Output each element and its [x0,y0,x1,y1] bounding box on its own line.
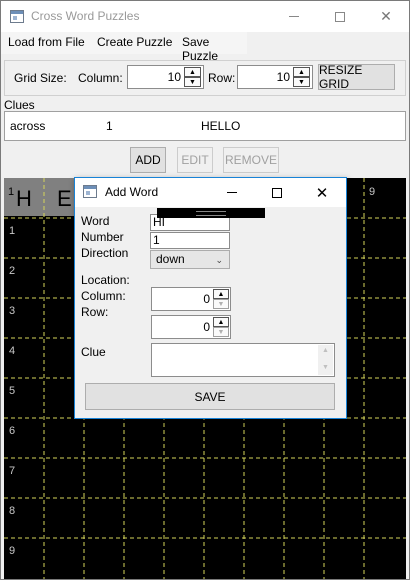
row-down-icon[interactable]: ▼ [293,77,310,87]
clue-label: Clue [81,345,106,359]
scroll-down-icon[interactable]: ▼ [322,364,329,371]
app-window-icon [10,10,24,23]
row-number: 5 [9,385,16,397]
minimize-icon [227,192,237,193]
clue-direction: across [10,119,46,133]
add-word-dialog: Add Word ✕ Word HI Number 1 Direction do… [74,177,347,419]
column-value: 10 [167,70,181,84]
row-number: 2 [9,265,16,277]
menu-load-from-file[interactable]: Load from File [8,35,85,49]
clues-label: Clues [4,98,35,112]
scroll-up-icon[interactable]: ▲ [322,347,329,354]
remove-clue-button[interactable]: REMOVE [223,147,279,173]
row-up-icon[interactable]: ▲ [293,67,310,77]
dialog-close-button[interactable]: ✕ [300,178,344,207]
row-number: 6 [9,425,16,437]
clue-word: HELLO [201,119,241,133]
location-column-up-icon[interactable]: ▲ [213,289,229,299]
cell-letter: H [16,186,32,211]
cell-number: 9 [369,186,376,198]
clues-list[interactable]: across 1 HELLO [4,111,406,141]
window-title: Cross Word Puzzles [31,9,140,23]
grid-size-label: Grid Size: [14,71,67,85]
menu-create-puzzle[interactable]: Create Puzzle [97,35,172,49]
number-field[interactable]: 1 [150,232,230,249]
menu-save-puzzle[interactable]: Save Puzzle [182,35,247,63]
row-number: 8 [9,505,16,517]
row-number: 1 [9,225,16,237]
menu-bar: Load from File Create Puzzle Save Puzzle [1,32,247,63]
direction-select[interactable]: down ⌄ [150,250,230,269]
save-word-button[interactable]: SAVE [85,383,335,410]
word-label: Word [81,214,110,228]
row-number: 9 [9,545,16,557]
column-down-icon[interactable]: ▼ [184,77,201,87]
close-button[interactable]: ✕ [363,1,409,32]
column-stepper[interactable]: 10 ▲ ▼ [127,65,204,89]
row-number: 7 [9,465,16,477]
close-icon: ✕ [315,184,329,202]
location-column-value: 0 [203,292,210,306]
title-bar[interactable]: Cross Word Puzzles ✕ [1,1,409,32]
dialog-title: Add Word [105,185,159,199]
dialog-window-icon [83,185,97,198]
clue-scrollbar[interactable]: ▲ ▼ [318,345,333,375]
row-number: 3 [9,305,16,317]
drag-handle-icon[interactable] [157,208,265,218]
close-icon: ✕ [380,8,392,24]
location-row-label: Row: [81,305,109,319]
row-number: 4 [9,345,16,357]
chevron-down-icon: ⌄ [215,255,223,265]
column-label: Column: [78,71,123,85]
direction-value: down [156,252,185,266]
main-window: Cross Word Puzzles ✕ Load from File Crea… [0,0,410,580]
location-row-up-icon[interactable]: ▲ [213,317,229,327]
clue-number: 1 [106,119,113,133]
cell-number: 1 [8,186,15,198]
location-row-value: 0 [203,320,210,334]
maximize-button[interactable] [317,1,363,32]
location-label: Location: [81,273,130,287]
maximize-icon [272,187,282,198]
cell-letter: E [57,186,72,211]
clue-textarea[interactable]: ▲ ▼ [151,343,335,377]
dialog-title-bar[interactable]: Add Word ✕ [75,178,346,207]
row-value: 10 [276,70,290,84]
location-column-down-icon[interactable]: ▼ [213,299,229,309]
maximize-icon [335,11,345,22]
number-label: Number [81,230,124,244]
row-label: Row: [208,71,236,85]
dialog-minimize-button[interactable] [210,178,254,207]
resize-grid-button[interactable]: RESIZE GRID [318,63,395,91]
edit-clue-button[interactable]: EDIT [177,147,213,173]
grid-size-toolbar: Grid Size: Column: 10 ▲ ▼ Row: 10 ▲ ▼ RE… [4,60,406,96]
location-row-down-icon[interactable]: ▼ [213,327,229,337]
dialog-maximize-button[interactable] [255,178,299,207]
minimize-icon [289,16,299,17]
location-column-label: Column: [81,289,126,303]
location-row-stepper[interactable]: 0 ▲ ▼ [151,315,231,339]
location-column-stepper[interactable]: 0 ▲ ▼ [151,287,231,311]
row-stepper[interactable]: 10 ▲ ▼ [237,65,313,89]
add-clue-button[interactable]: ADD [130,147,166,173]
direction-label: Direction [81,246,129,260]
column-up-icon[interactable]: ▲ [184,67,201,77]
minimize-button[interactable] [271,1,317,32]
